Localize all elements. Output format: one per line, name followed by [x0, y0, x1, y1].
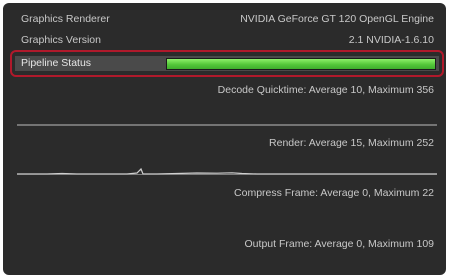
pipeline-status-row: Pipeline Status	[15, 56, 439, 71]
pipeline-status-bar-fill	[167, 59, 435, 69]
pipeline-status-bar	[166, 58, 436, 70]
graphics-version-label: Graphics Version	[21, 34, 101, 46]
decode-quicktime-graph	[17, 124, 437, 126]
output-frame-stat: Output Frame: Average 0, Maximum 109	[244, 238, 434, 250]
graphics-info-panel: Graphics Renderer NVIDIA GeForce GT 120 …	[3, 3, 446, 275]
graphics-renderer-row: Graphics Renderer NVIDIA GeForce GT 120 …	[3, 10, 446, 29]
compress-frame-stat: Compress Frame: Average 0, Maximum 22	[234, 187, 434, 199]
graphics-renderer-value: NVIDIA GeForce GT 120 OpenGL Engine	[240, 13, 434, 25]
decode-quicktime-stat: Decode Quicktime: Average 10, Maximum 35…	[217, 84, 434, 96]
graphics-version-value: 2.1 NVIDIA-1.6.10	[348, 34, 434, 46]
pipeline-status-label: Pipeline Status	[21, 57, 92, 69]
render-graph	[17, 167, 437, 175]
graphics-renderer-label: Graphics Renderer	[21, 13, 110, 25]
pipeline-status-highlight: Pipeline Status	[10, 50, 444, 77]
graphics-version-row: Graphics Version 2.1 NVIDIA-1.6.10	[3, 31, 446, 50]
render-stat: Render: Average 15, Maximum 252	[269, 137, 434, 149]
